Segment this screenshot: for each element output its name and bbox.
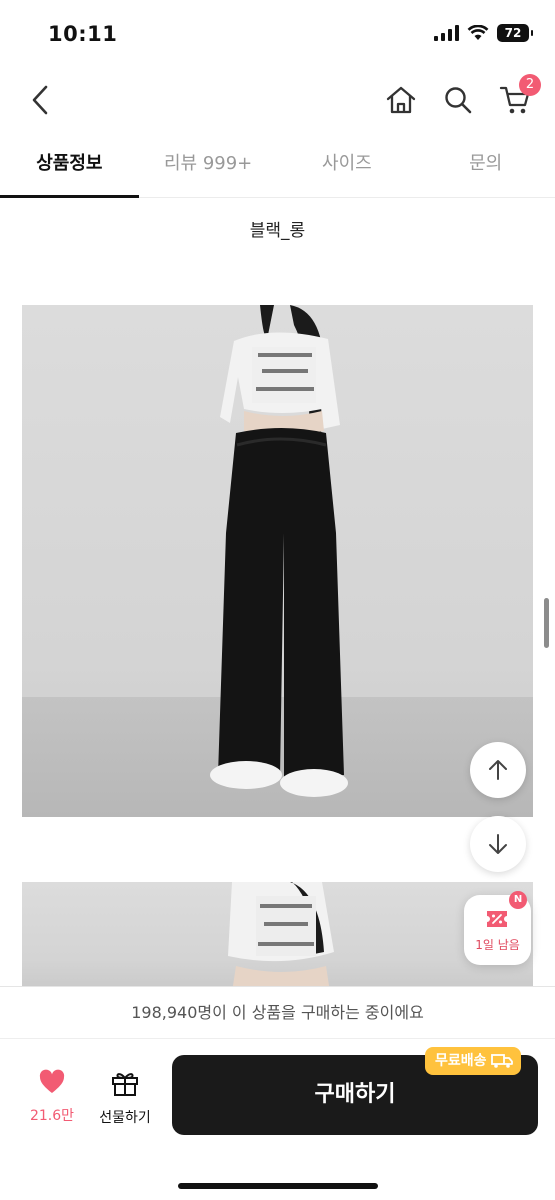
product-photo <box>22 882 533 992</box>
scroll-bottom-button[interactable] <box>470 816 526 872</box>
coupon-remaining-label: 1일 남음 <box>475 938 520 952</box>
cart-count-badge: 2 <box>519 74 541 96</box>
tab-reviews[interactable]: 리뷰 999+ <box>139 134 278 197</box>
arrow-down-icon <box>489 834 507 854</box>
gift-label: 선물하기 <box>99 1110 151 1126</box>
scroll-indicator[interactable] <box>544 598 549 648</box>
tab-inquiry[interactable]: 문의 <box>416 134 555 197</box>
product-tabs: 상품정보 리뷰 999+ 사이즈 문의 <box>0 134 555 198</box>
search-icon <box>445 87 472 114</box>
top-nav: 2 <box>0 68 555 130</box>
tab-product-info[interactable]: 상품정보 <box>0 134 139 198</box>
heart-icon <box>39 1069 65 1093</box>
like-button[interactable]: 21.6만 <box>16 1069 88 1125</box>
battery-icon: 72 <box>497 24 533 42</box>
chevron-left-icon <box>32 85 48 115</box>
back-button[interactable] <box>20 80 60 120</box>
cellular-signal-icon <box>434 25 459 41</box>
purchase-panel: 198,940명이 이 상품을 구매하는 중이에요 21.6만 선물하기 구매하… <box>0 986 555 1200</box>
free-shipping-label: 무료배송 <box>435 1053 487 1069</box>
new-badge: N <box>509 891 527 909</box>
coupon-icon <box>487 911 507 927</box>
product-photo <box>22 305 533 817</box>
truck-icon <box>490 1054 513 1068</box>
scroll-top-button[interactable] <box>470 742 526 798</box>
search-button[interactable] <box>438 80 478 120</box>
gift-button[interactable]: 선물하기 <box>89 1069 161 1127</box>
status-time: 10:11 <box>48 22 118 46</box>
home-icon <box>386 86 416 114</box>
home-button[interactable] <box>381 80 421 120</box>
status-icons: 72 <box>434 24 533 42</box>
tab-size[interactable]: 사이즈 <box>278 134 417 197</box>
option-caption: 블랙_롱 <box>249 221 306 241</box>
purchase-count-note: 198,940명이 이 상품을 구매하는 중이에요 <box>0 987 555 1039</box>
model-figure <box>228 882 334 992</box>
home-indicator <box>178 1183 378 1189</box>
coupon-button[interactable]: N 1일 남음 <box>464 891 531 965</box>
model-figure <box>210 305 348 797</box>
cart-button[interactable]: 2 <box>495 74 541 120</box>
free-shipping-badge: 무료배송 <box>425 1047 521 1075</box>
status-bar: 10:11 72 <box>0 0 555 68</box>
arrow-up-icon <box>489 760 507 780</box>
wifi-icon <box>467 25 489 40</box>
gift-icon <box>112 1073 138 1096</box>
like-count: 21.6만 <box>29 1108 75 1124</box>
